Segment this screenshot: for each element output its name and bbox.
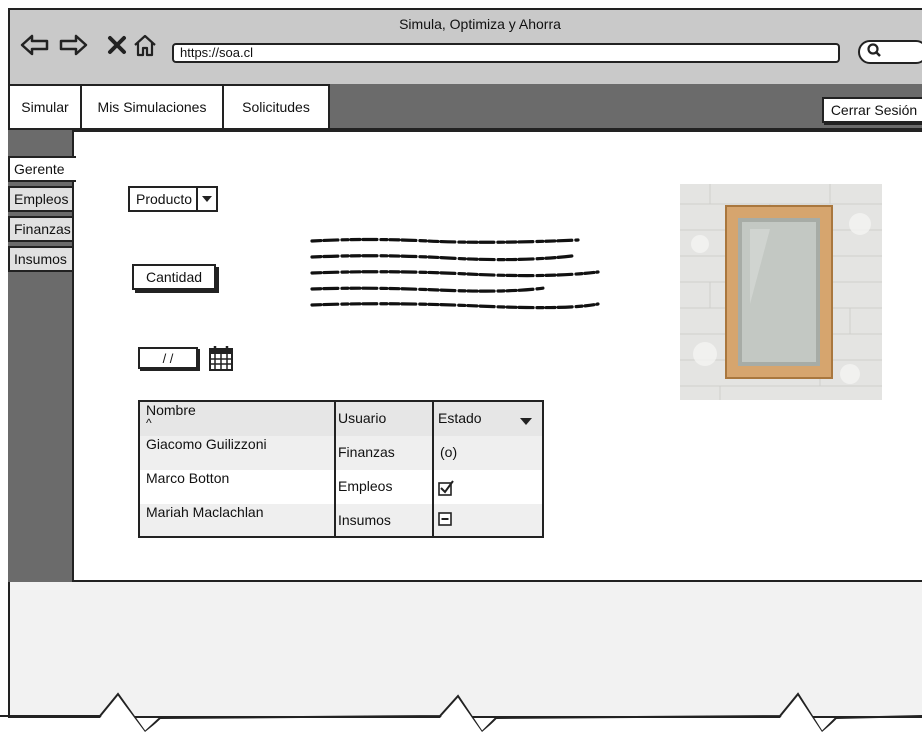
column-divider — [334, 402, 336, 536]
logout-button[interactable]: Cerrar Sesión — [822, 97, 922, 123]
window-title: Simula, Optimiza y Ahorra — [399, 16, 561, 32]
tab-mis-simulaciones[interactable]: Mis Simulaciones — [80, 84, 224, 130]
product-image — [680, 184, 882, 400]
cell-name: Marco Botton — [146, 470, 230, 486]
product-select[interactable]: Producto — [128, 186, 218, 212]
back-arrow-icon[interactable] — [20, 30, 50, 60]
torn-edge-decoration — [0, 692, 922, 732]
cell-name: Mariah Maclachlan — [146, 504, 264, 520]
date-field[interactable]: / / — [138, 347, 198, 369]
column-header-nombre[interactable]: Nombre — [146, 402, 196, 418]
column-divider — [432, 402, 434, 536]
cell-user: Insumos — [338, 512, 391, 528]
checkbox-checked-icon[interactable] — [438, 480, 454, 501]
quantity-button[interactable]: Cantidad — [132, 264, 216, 290]
home-icon[interactable] — [130, 30, 160, 60]
tab-solicitudes[interactable]: Solicitudes — [222, 84, 330, 130]
forward-arrow-icon[interactable] — [58, 30, 88, 60]
sort-ascending-icon[interactable]: ^ — [146, 416, 152, 430]
radio-button[interactable]: (o) — [440, 444, 457, 460]
cell-user: Finanzas — [338, 444, 395, 460]
product-select-value: Producto — [136, 191, 193, 207]
cell-name: Giacomo Guilizzoni — [146, 436, 267, 452]
placeholder-text-block — [310, 237, 600, 310]
url-bar[interactable]: https://soa.cl — [172, 43, 840, 63]
column-header-estado[interactable]: Estado — [438, 410, 482, 426]
sidebar-item-empleos[interactable]: Empleos — [8, 186, 74, 212]
close-icon[interactable] — [102, 30, 132, 60]
sidebar-item-finanzas[interactable]: Finanzas — [8, 216, 74, 242]
calendar-icon[interactable] — [208, 344, 234, 372]
search-icon — [866, 42, 882, 63]
checkbox-indeterminate-icon[interactable] — [438, 512, 452, 531]
sidebar-item-insumos[interactable]: Insumos — [8, 246, 74, 272]
chevron-down-icon[interactable] — [520, 413, 532, 431]
cell-user: Empleos — [338, 478, 393, 494]
chevron-down-icon — [196, 188, 216, 210]
tab-simular[interactable]: Simular — [8, 84, 82, 130]
search-button[interactable] — [858, 40, 922, 64]
sidebar-item-gerente[interactable]: Gerente — [8, 156, 76, 182]
column-header-usuario[interactable]: Usuario — [338, 410, 386, 426]
